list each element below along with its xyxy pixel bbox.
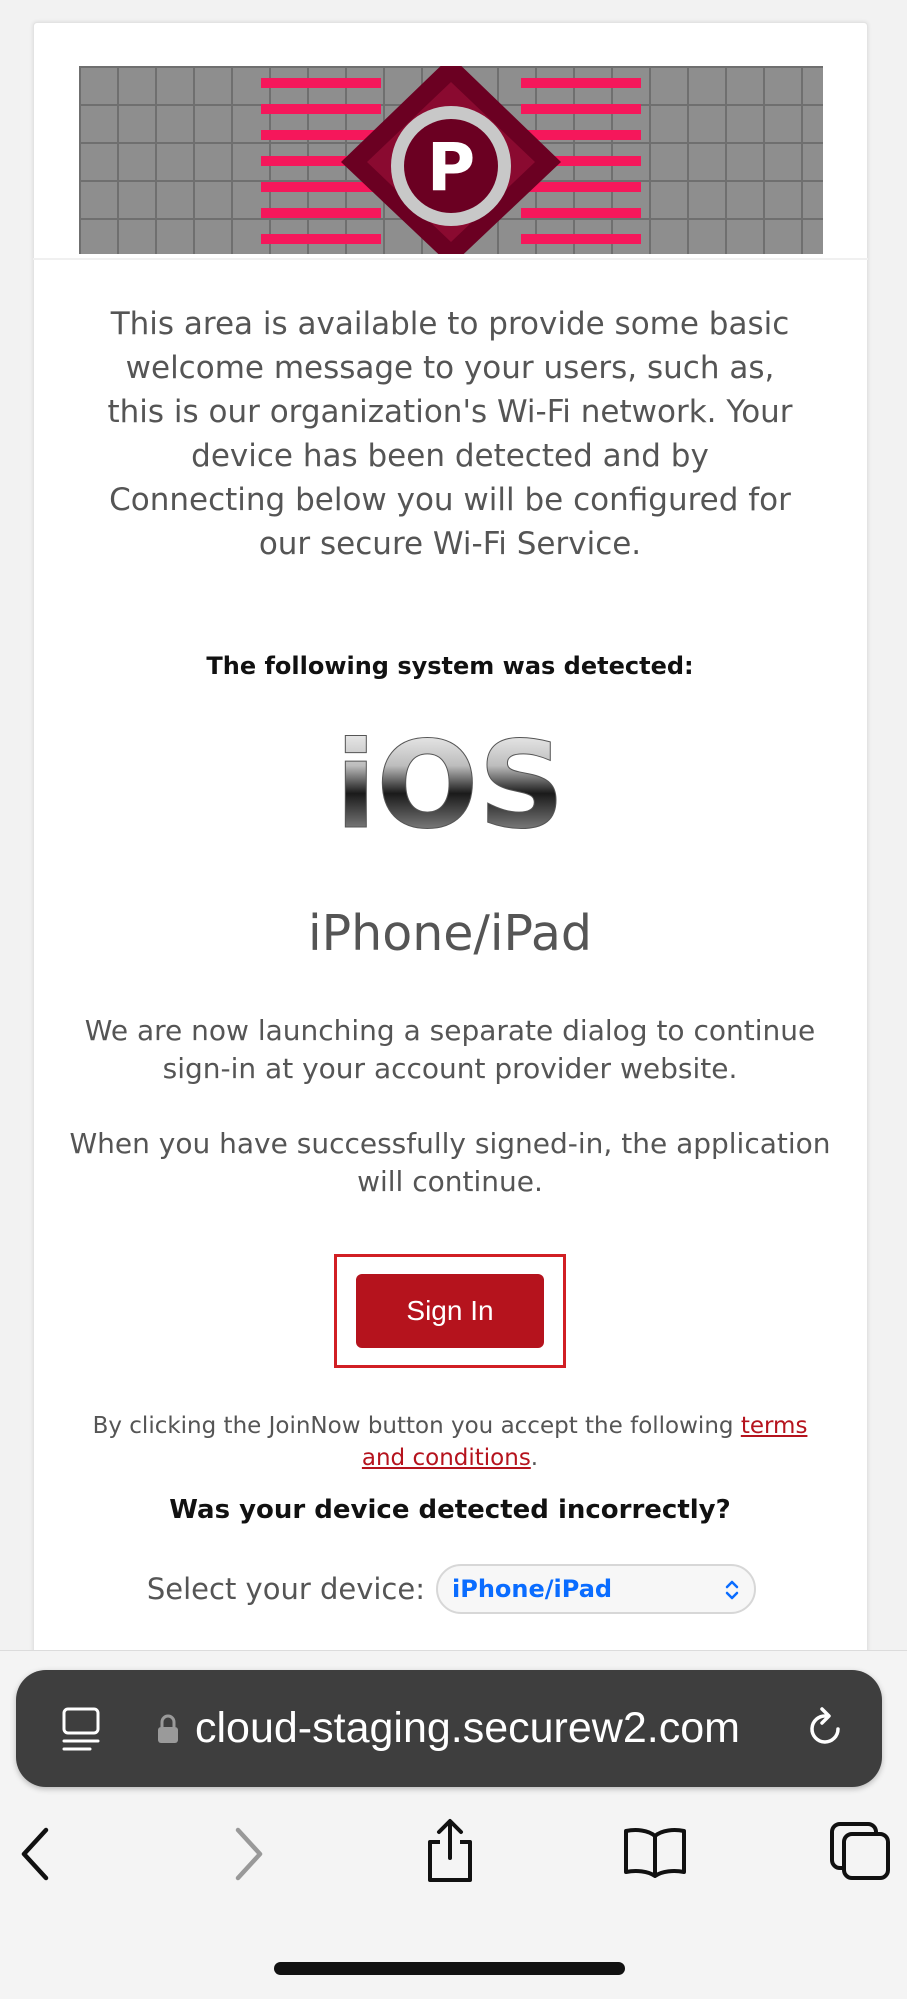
sign-in-button[interactable]: Sign In xyxy=(356,1274,544,1348)
incorrect-detection-heading: Was your device detected incorrectly? xyxy=(169,1495,731,1525)
reader-icon[interactable] xyxy=(60,1703,104,1753)
home-indicator xyxy=(274,1962,625,1975)
device-select-value: iPhone/iPad xyxy=(452,1575,613,1603)
terms-notice: By clicking the JoinNow button you accep… xyxy=(80,1410,820,1474)
success-message: When you have successfully signed-in, th… xyxy=(69,1127,831,1198)
detected-system-heading: The following system was detected: xyxy=(206,652,694,680)
launching-message: We are now launching a separate dialog t… xyxy=(84,1014,816,1085)
device-select[interactable]: iPhone/iPad xyxy=(436,1564,756,1614)
share-icon[interactable] xyxy=(422,1818,478,1884)
bookmarks-icon[interactable] xyxy=(622,1826,688,1878)
ios-logo-text: iOS xyxy=(340,717,560,856)
terms-suffix: . xyxy=(530,1445,539,1471)
tabs-icon[interactable] xyxy=(828,1820,892,1882)
organization-logo: P xyxy=(79,66,823,254)
lock-icon xyxy=(158,1714,178,1743)
forward-icon[interactable] xyxy=(228,1826,268,1882)
device-select-label: Select your device: xyxy=(146,1572,425,1606)
logo-letter: P xyxy=(427,129,475,206)
divider xyxy=(33,258,868,260)
terms-prefix: By clicking the JoinNow button you accep… xyxy=(92,1413,741,1439)
ios-logo: iOS xyxy=(335,715,566,875)
detected-device-name: iPhone/iPad xyxy=(308,905,592,962)
welcome-message: This area is available to provide some b… xyxy=(107,306,793,562)
back-icon[interactable] xyxy=(16,1826,56,1882)
chevron-updown-icon xyxy=(725,1580,739,1600)
url-text[interactable]: cloud-staging.securew2.com xyxy=(195,1698,775,1758)
reload-icon[interactable] xyxy=(802,1706,848,1752)
